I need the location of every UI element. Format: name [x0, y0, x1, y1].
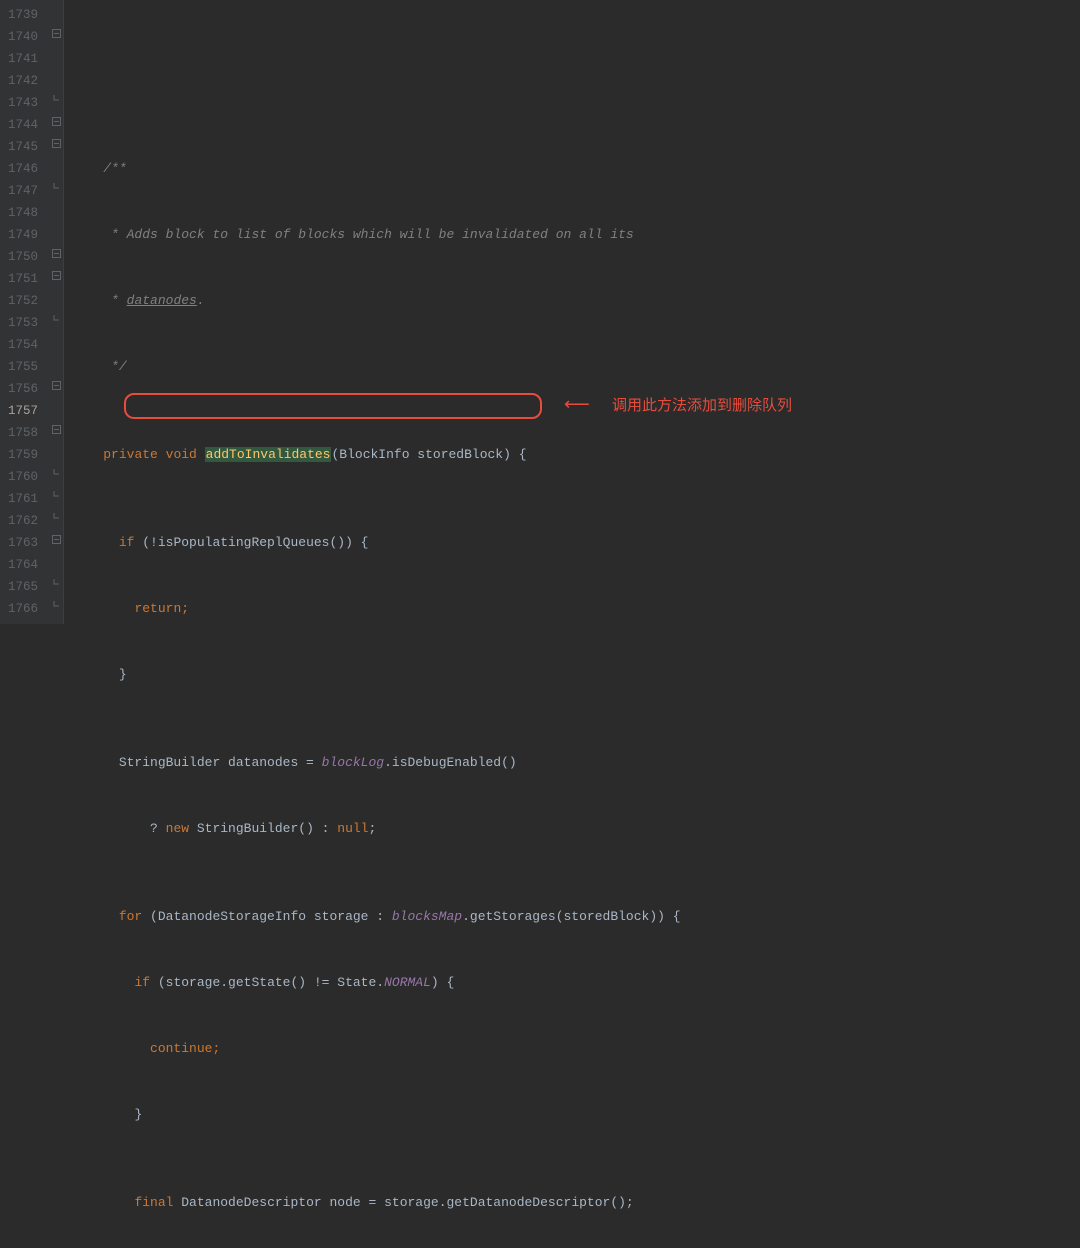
- code-line: StringBuilder datanodes = blockLog.isDeb…: [72, 752, 1080, 774]
- line-number: 1741: [8, 48, 38, 70]
- fold-marker[interactable]: [50, 286, 63, 308]
- line-number: 1765: [8, 576, 38, 598]
- fold-marker[interactable]: [50, 396, 63, 418]
- line-number: 1739: [8, 4, 38, 26]
- fold-marker[interactable]: [50, 330, 63, 352]
- line-number: 1744: [8, 114, 38, 136]
- fold-marker[interactable]: [50, 176, 63, 198]
- code-line: [72, 70, 1080, 92]
- line-number: 1748: [8, 202, 38, 224]
- line-number: 1766: [8, 598, 38, 620]
- code-line: final DatanodeDescriptor node = storage.…: [72, 1192, 1080, 1214]
- annotation-arrow-icon: ⟵: [564, 395, 590, 417]
- line-number: 1755: [8, 356, 38, 378]
- line-number: 1749: [8, 224, 38, 246]
- code-line: }: [72, 1104, 1080, 1126]
- fold-marker[interactable]: [50, 154, 63, 176]
- code-line: * datanodes.: [72, 290, 1080, 312]
- line-number: 1745: [8, 136, 38, 158]
- fold-marker[interactable]: [50, 220, 63, 242]
- code-line: private void addToInvalidates(BlockInfo …: [72, 444, 1080, 466]
- fold-marker[interactable]: [50, 572, 63, 594]
- fold-marker[interactable]: [50, 264, 63, 286]
- fold-marker[interactable]: [50, 440, 63, 462]
- annotation-text: 调用此方法添加到删除队列: [612, 395, 792, 417]
- fold-marker[interactable]: [50, 66, 63, 88]
- line-number: 1761: [8, 488, 38, 510]
- code-line: if (storage.getState() != State.NORMAL) …: [72, 972, 1080, 994]
- line-number: 1743: [8, 92, 38, 114]
- fold-marker[interactable]: [50, 44, 63, 66]
- fold-column[interactable]: [50, 0, 64, 624]
- fold-marker[interactable]: [50, 88, 63, 110]
- fold-marker[interactable]: [50, 22, 63, 44]
- line-number: 1751: [8, 268, 38, 290]
- line-number: 1752: [8, 290, 38, 312]
- line-number: 1757: [8, 400, 38, 422]
- line-number: 1758: [8, 422, 38, 444]
- fold-marker[interactable]: [50, 198, 63, 220]
- line-number: 1740: [8, 26, 38, 48]
- line-number: 1760: [8, 466, 38, 488]
- fold-marker[interactable]: [50, 110, 63, 132]
- code-line: ? new StringBuilder() : null;: [72, 818, 1080, 840]
- line-number-gutter: 1739174017411742174317441745174617471748…: [0, 0, 50, 624]
- line-number: 1762: [8, 510, 38, 532]
- line-number: 1754: [8, 334, 38, 356]
- fold-marker[interactable]: [50, 374, 63, 396]
- fold-marker[interactable]: [50, 0, 63, 22]
- fold-marker[interactable]: [50, 242, 63, 264]
- fold-marker[interactable]: [50, 550, 63, 572]
- line-number: 1763: [8, 532, 38, 554]
- code-line: if (!isPopulatingReplQueues()) {: [72, 532, 1080, 554]
- code-line: */: [72, 356, 1080, 378]
- fold-marker[interactable]: [50, 418, 63, 440]
- line-number: 1759: [8, 444, 38, 466]
- code-line: }: [72, 664, 1080, 686]
- code-line: /**: [72, 158, 1080, 180]
- code-area[interactable]: /** * Adds block to list of blocks which…: [64, 0, 1080, 624]
- fold-marker[interactable]: [50, 594, 63, 616]
- fold-marker[interactable]: [50, 506, 63, 528]
- line-number: 1756: [8, 378, 38, 400]
- method-addToInvalidates: addToInvalidates: [205, 447, 332, 462]
- line-number: 1764: [8, 554, 38, 576]
- line-number: 1753: [8, 312, 38, 334]
- fold-marker[interactable]: [50, 528, 63, 550]
- code-line: continue;: [72, 1038, 1080, 1060]
- code-editor[interactable]: 1739174017411742174317441745174617471748…: [0, 0, 1080, 624]
- line-number: 1747: [8, 180, 38, 202]
- fold-marker[interactable]: [50, 132, 63, 154]
- code-line: * Adds block to list of blocks which wil…: [72, 224, 1080, 246]
- fold-marker[interactable]: [50, 462, 63, 484]
- fold-marker[interactable]: [50, 352, 63, 374]
- line-number: 1746: [8, 158, 38, 180]
- line-number: 1742: [8, 70, 38, 92]
- line-number: 1750: [8, 246, 38, 268]
- fold-marker[interactable]: [50, 484, 63, 506]
- annotation-box: [124, 393, 542, 419]
- code-line: return;: [72, 598, 1080, 620]
- code-line: for (DatanodeStorageInfo storage : block…: [72, 906, 1080, 928]
- fold-marker[interactable]: [50, 308, 63, 330]
